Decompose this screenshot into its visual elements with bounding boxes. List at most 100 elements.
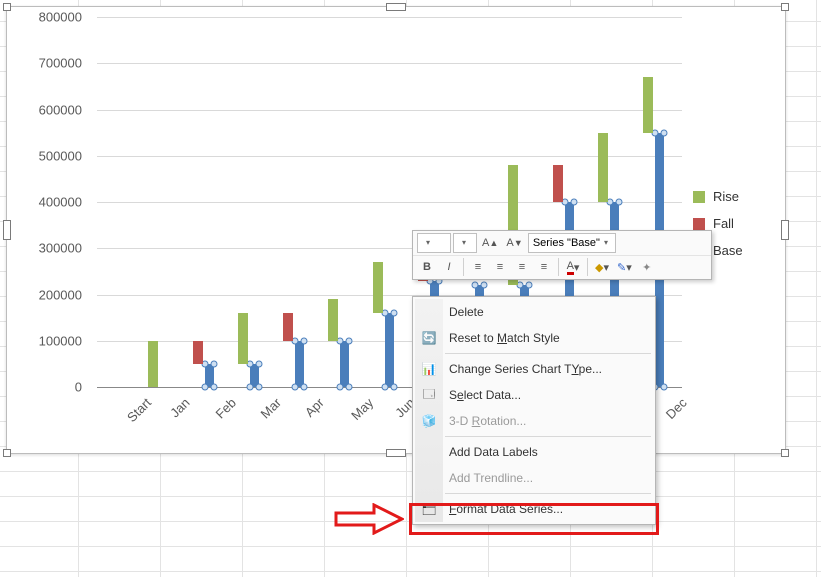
- ctx-change-chart-type[interactable]: 📊 Change Series Chart TYpe...: [415, 356, 653, 382]
- align-left-button[interactable]: ≡: [468, 257, 488, 277]
- bold-button[interactable]: B: [417, 257, 437, 277]
- separator: [445, 436, 651, 437]
- bar-fall[interactable]: [193, 341, 203, 364]
- selection-dot: [211, 360, 218, 367]
- legend-label: Base: [713, 243, 743, 258]
- bar-rise[interactable]: [373, 262, 383, 313]
- font-color-button[interactable]: A▾: [563, 257, 583, 277]
- rotation-icon: 🧊: [421, 413, 437, 429]
- gridline: [97, 110, 682, 111]
- shape-fill-button[interactable]: ◆▾: [592, 257, 612, 277]
- menu-label: Reset to Match Style: [449, 331, 560, 345]
- y-tick-label: 400000: [12, 195, 82, 210]
- selection-dot: [526, 282, 533, 289]
- resize-handle[interactable]: [3, 3, 11, 11]
- select-data-icon: 🗔: [421, 387, 437, 403]
- y-tick-label: 700000: [12, 56, 82, 71]
- ctx-delete[interactable]: Delete: [415, 299, 653, 325]
- selection-dot: [571, 199, 578, 206]
- resize-handle[interactable]: [386, 3, 406, 11]
- align-center-button[interactable]: ≡: [490, 257, 510, 277]
- series-name-value: Series "Base": [533, 237, 600, 249]
- align-justify-button[interactable]: ≡: [534, 257, 554, 277]
- x-tick-label: May: [348, 395, 376, 423]
- legend-label: Fall: [713, 216, 734, 231]
- resize-handle[interactable]: [781, 220, 789, 240]
- italic-button[interactable]: I: [439, 257, 459, 277]
- selection-dot: [301, 337, 308, 344]
- selection-dot: [391, 310, 398, 317]
- y-tick-label: 300000: [12, 241, 82, 256]
- y-tick-label: 200000: [12, 287, 82, 302]
- font-bigger-button[interactable]: A▲: [479, 233, 501, 253]
- bar-rise[interactable]: [148, 341, 158, 387]
- ctx-format-data-series[interactable]: 🗂 Format Data Series...: [415, 496, 653, 522]
- legend-swatch: [693, 191, 705, 203]
- gridline: [97, 202, 682, 203]
- y-tick-label: 800000: [12, 10, 82, 25]
- mini-toolbar[interactable]: ▾ ▾ A▲ A▼ Series "Base"▾ B I ≡ ≡ ≡ ≡ A▾ …: [412, 230, 712, 280]
- menu-label: Delete: [449, 305, 484, 319]
- bar-base[interactable]: [340, 341, 350, 387]
- selection-dot: [471, 282, 478, 289]
- legend-item-rise[interactable]: Rise: [693, 189, 773, 204]
- resize-handle[interactable]: [3, 449, 11, 457]
- x-tick-label: Mar: [257, 395, 283, 421]
- y-tick-label: 500000: [12, 148, 82, 163]
- y-tick-label: 100000: [12, 333, 82, 348]
- bar-base[interactable]: [295, 341, 305, 387]
- bar-fall[interactable]: [283, 313, 293, 341]
- menu-label: Select Data...: [449, 388, 521, 402]
- menu-label: 3-D Rotation...: [449, 414, 526, 428]
- x-tick-label: Start: [124, 395, 154, 425]
- y-tick-label: 0: [12, 380, 82, 395]
- legend-swatch: [693, 218, 705, 230]
- ctx-reset-style[interactable]: 🔄 Reset to Match Style: [415, 325, 653, 351]
- bar-rise[interactable]: [328, 299, 338, 341]
- shape-effects-button[interactable]: ✦: [637, 257, 657, 277]
- x-tick-label: Jan: [167, 395, 192, 420]
- chart-type-icon: 📊: [421, 361, 437, 377]
- legend-label: Rise: [713, 189, 739, 204]
- y-tick-label: 600000: [12, 102, 82, 117]
- bar-rise[interactable]: [598, 133, 608, 202]
- selection-dot: [481, 282, 488, 289]
- ctx-add-data-labels[interactable]: Add Data Labels: [415, 439, 653, 465]
- separator: [445, 353, 651, 354]
- context-menu[interactable]: Delete 🔄 Reset to Match Style 📊 Change S…: [412, 296, 656, 525]
- bar-rise[interactable]: [238, 313, 248, 364]
- resize-handle[interactable]: [386, 449, 406, 457]
- font-smaller-button[interactable]: A▼: [503, 233, 525, 253]
- gridline: [97, 156, 682, 157]
- menu-label: Change Series Chart TYpe...: [449, 362, 602, 376]
- font-combo[interactable]: ▾: [417, 233, 451, 253]
- selection-dot: [346, 337, 353, 344]
- separator: [445, 493, 651, 494]
- bar-base[interactable]: [385, 313, 395, 387]
- bar-rise[interactable]: [643, 77, 653, 133]
- size-combo[interactable]: ▾: [453, 233, 477, 253]
- menu-label: Add Data Labels: [449, 445, 538, 459]
- format-series-icon: 🗂: [421, 501, 437, 517]
- selection-dot: [256, 360, 263, 367]
- menu-label: Format Data Series...: [449, 502, 563, 516]
- reset-icon: 🔄: [421, 330, 437, 346]
- selection-dot: [616, 199, 623, 206]
- ctx-add-trendline: Add Trendline...: [415, 465, 653, 491]
- align-right-button[interactable]: ≡: [512, 257, 532, 277]
- resize-handle[interactable]: [781, 3, 789, 11]
- legend-item-fall[interactable]: Fall: [693, 216, 773, 231]
- resize-handle[interactable]: [781, 449, 789, 457]
- series-name-combo[interactable]: Series "Base"▾: [528, 233, 616, 253]
- shape-outline-button[interactable]: ✎▾: [614, 257, 635, 277]
- selection-dot: [661, 129, 668, 136]
- x-tick-label: Dec: [662, 395, 689, 422]
- separator: [463, 258, 464, 276]
- gridline: [97, 17, 682, 18]
- y-axis: 0100000200000300000400000500000600000700…: [7, 17, 92, 387]
- separator: [587, 258, 588, 276]
- bar-fall[interactable]: [553, 165, 563, 202]
- ctx-select-data[interactable]: 🗔 Select Data...: [415, 382, 653, 408]
- menu-label: Add Trendline...: [449, 471, 533, 485]
- gridline: [97, 63, 682, 64]
